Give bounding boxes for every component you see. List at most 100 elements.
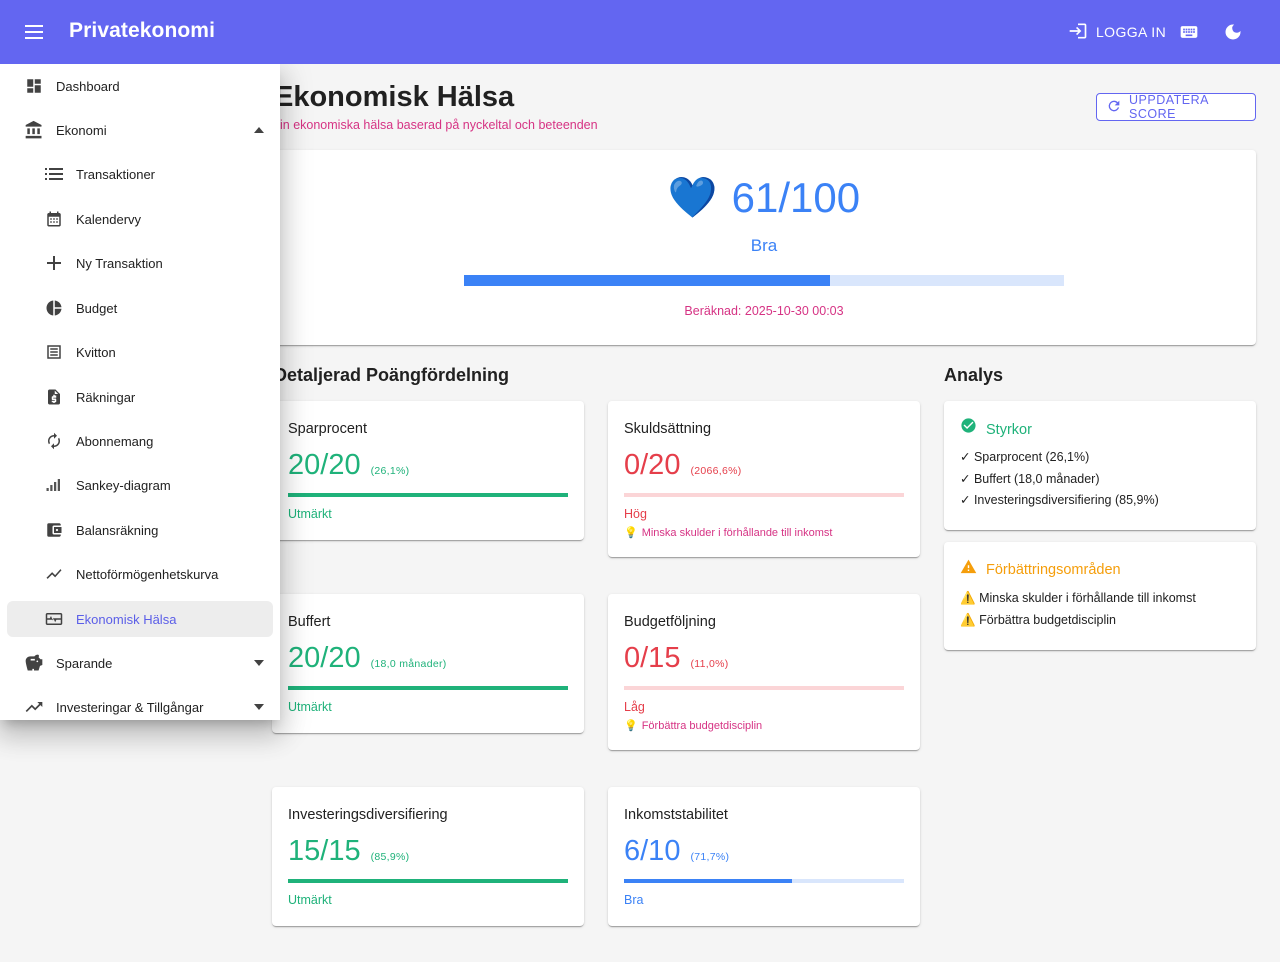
- list-item: ⚠️ Förbättra budgetdisciplin: [960, 610, 1196, 632]
- trending-up-icon: [24, 697, 44, 717]
- metric-progress: [624, 493, 904, 497]
- page-subtitle: in ekonomiska hälsa baserad på nyckeltal…: [280, 118, 598, 132]
- nav-item-budget[interactable]: Budget: [7, 290, 273, 326]
- app-title[interactable]: Privatekonomi: [69, 19, 215, 43]
- metric-title: Inkomststabilitet: [624, 807, 728, 823]
- list-item: ✓ Investeringsdiversifiering (85,9%): [960, 493, 1159, 507]
- nav-item-sparande[interactable]: Sparande: [7, 645, 273, 681]
- metric-tip: 💡 Minska skulder i förhållande till inkom…: [624, 526, 832, 540]
- metric-progress-fill: [288, 879, 568, 883]
- nav-item-investeringar[interactable]: Investeringar & Tillgångar: [7, 689, 273, 720]
- login-button[interactable]: LOGGA IN: [1068, 18, 1166, 46]
- nav-item-sankey[interactable]: Sankey-diagram: [7, 467, 273, 503]
- autorenew-icon: [44, 431, 64, 451]
- nav-item-nettoformogenhetskurva[interactable]: Nettoförmögenhetskurva: [7, 556, 273, 592]
- nav-label: Investeringar & Tillgångar: [56, 699, 204, 715]
- menu-icon[interactable]: [22, 20, 46, 44]
- strengths-title: Styrkor: [986, 421, 1032, 438]
- metric-tip: 💡 Förbättra budgetdisciplin: [624, 719, 763, 733]
- metric-detail: (18,0 månader): [370, 658, 447, 670]
- check-circle-icon: [960, 417, 977, 438]
- nav-drawer: Dashboard Ekonomi Transaktioner Kalender…: [0, 64, 280, 720]
- nav-item-rakningar[interactable]: Räkningar: [7, 379, 273, 415]
- metric-title: Sparprocent: [288, 421, 367, 437]
- metric-title: Budgetföljning: [624, 614, 716, 630]
- metric-status: Låg: [624, 700, 645, 714]
- dark-mode-icon[interactable]: [1221, 20, 1245, 44]
- health-score-value: 61/100: [731, 174, 861, 221]
- wallet-icon: [44, 520, 64, 540]
- nav-label: Ekonomi: [56, 122, 107, 138]
- health-score-progress-fill: [464, 275, 830, 286]
- main-content: Ekonomisk Hälsa in ekonomiska hälsa base…: [272, 64, 1280, 962]
- show-chart-icon: [44, 564, 64, 584]
- metric-card-investeringsdiversifiering: Investeringsdiversifiering 15/15 (85,9%) …: [272, 787, 584, 926]
- nav-item-ny-transaktion[interactable]: Ny Transaktion: [7, 245, 273, 281]
- nav-label: Transaktioner: [76, 166, 155, 182]
- blue-heart-icon: 💙: [667, 176, 718, 220]
- nav-label: Balansräkning: [76, 522, 159, 538]
- nav-label: Dashboard: [56, 78, 120, 94]
- nav-label: Kvitton: [76, 344, 116, 360]
- keyboard-icon[interactable]: [1177, 20, 1201, 44]
- nav-item-balansrakning[interactable]: Balansräkning: [7, 512, 273, 548]
- nav-item-transaktioner[interactable]: Transaktioner: [7, 156, 273, 192]
- warning-icon: ⚠️: [960, 591, 976, 605]
- breakdown-heading: Detaljerad Poängfördelning: [274, 365, 510, 385]
- update-score-button[interactable]: UPPDATERA SCORE: [1096, 93, 1256, 121]
- bank-icon: [24, 120, 44, 140]
- metric-progress-fill: [288, 686, 568, 690]
- metric-detail: (85,9%): [370, 851, 410, 863]
- metric-tip-text: Förbättra budgetdisciplin: [641, 719, 763, 732]
- metric-status: Utmärkt: [288, 893, 332, 907]
- bill-icon: [44, 387, 64, 407]
- nav-label: Kalendervy: [76, 211, 142, 227]
- metric-detail: (71,7%): [690, 851, 730, 863]
- metric-progress: [288, 686, 568, 690]
- list-item: ⚠️ Minska skulder i förhållande till ink…: [960, 588, 1196, 610]
- calendar-icon: [44, 209, 64, 229]
- page-title: Ekonomisk Hälsa: [274, 81, 515, 113]
- metric-status: Hög: [624, 507, 647, 521]
- nav-item-abonnemang[interactable]: Abonnemang: [7, 423, 273, 459]
- warning-icon: ⚠️: [960, 612, 976, 627]
- metric-progress-fill: [624, 879, 792, 883]
- metric-progress: [288, 879, 568, 883]
- metric-status: Utmärkt: [288, 700, 332, 714]
- nav-item-kvitton[interactable]: Kvitton: [7, 334, 273, 370]
- receipt-icon: [44, 342, 64, 362]
- nav-item-ekonomi[interactable]: Ekonomi: [7, 112, 273, 148]
- sankey-icon: [44, 475, 64, 495]
- piggy-bank-icon: [24, 653, 44, 673]
- health-score-card: 💙 61/100 Bra Beräknad: 2025-10-30 00:03: [272, 150, 1256, 345]
- lightbulb-icon: 💡: [624, 720, 638, 732]
- metric-detail: (2066,6%): [690, 465, 742, 477]
- metric-status: Bra: [624, 893, 644, 907]
- improvements-list: ⚠️ Minska skulder i förhållande till ink…: [960, 588, 1196, 631]
- metric-progress: [624, 879, 904, 883]
- metric-progress-fill: [288, 493, 568, 497]
- metric-score: 0/15: [624, 642, 681, 674]
- list-icon: [44, 164, 64, 184]
- pie-chart-icon: [44, 298, 64, 318]
- lightbulb-icon: 💡: [624, 527, 638, 539]
- list-item-text: Förbättra budgetdisciplin: [979, 612, 1116, 627]
- monitor-heart-icon: [44, 609, 64, 629]
- nav-label: Sparande: [56, 655, 113, 671]
- nav-item-dashboard[interactable]: Dashboard: [7, 68, 273, 104]
- list-item: ✓ Sparprocent (26,1%): [960, 450, 1090, 464]
- metric-score: 15/15: [288, 835, 361, 867]
- computed-timestamp: Beräknad: 2025-10-30 00:03: [684, 304, 844, 318]
- metric-card-budgetfoljning: Budgetföljning 0/15 (11,0%) Låg 💡 Förbättr…: [608, 594, 920, 750]
- metric-score: 20/20: [288, 449, 361, 481]
- dashboard-icon: [24, 76, 44, 96]
- metric-card-buffert: Buffert 20/20 (18,0 månader) Utmärkt: [272, 594, 584, 733]
- nav-item-kalendervy[interactable]: Kalendervy: [7, 201, 273, 237]
- chevron-up-icon: [253, 124, 265, 136]
- app-bar: Privatekonomi LOGGA IN: [0, 0, 1280, 64]
- nav-item-ekonomisk-halsa[interactable]: Ekonomisk Hälsa: [7, 601, 273, 637]
- strengths-list: ✓ Sparprocent (26,1%) ✓ Buffert (18,0 må…: [960, 447, 1159, 512]
- update-score-label: UPPDATERA SCORE: [1129, 93, 1209, 121]
- list-item-text: Minska skulder i förhållande till inkoms…: [979, 591, 1196, 605]
- chevron-down-icon: [253, 657, 265, 669]
